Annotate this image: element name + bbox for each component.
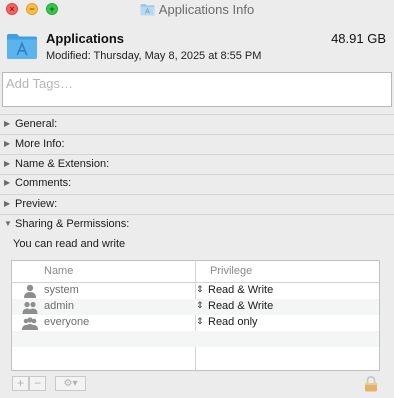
- disclosure-triangle-icon[interactable]: ▶: [4, 116, 15, 132]
- updown-arrows-icon: ⇕: [196, 316, 204, 326]
- file-name: Applications: [46, 31, 125, 46]
- remove-user-button[interactable]: −: [29, 376, 46, 391]
- table-row-empty: [12, 331, 379, 347]
- section-sharing-permissions[interactable]: ▼ Sharing & Permissions:: [4, 216, 129, 232]
- user-group-icon: [22, 301, 38, 314]
- section-preview[interactable]: ▶ Preview:: [4, 196, 57, 212]
- disclosure-triangle-icon[interactable]: ▶: [4, 136, 15, 152]
- column-header-name[interactable]: Name: [44, 265, 73, 277]
- privilege-popup[interactable]: Read only: [208, 316, 258, 328]
- action-menu-button[interactable]: ⚙▾: [55, 376, 86, 391]
- divider: [0, 154, 394, 155]
- tags-input[interactable]: [2, 72, 392, 107]
- folder-icon: [140, 4, 155, 16]
- table-row[interactable]: system ⇕ Read & Write: [12, 283, 379, 299]
- add-user-button[interactable]: +: [12, 376, 29, 391]
- disclosure-triangle-icon[interactable]: ▶: [4, 156, 15, 172]
- file-size: 48.91 GB: [331, 31, 386, 46]
- divider: [0, 114, 394, 115]
- divider: [0, 194, 394, 195]
- permission-summary: You can read and write: [13, 238, 126, 250]
- table-row-empty: [12, 347, 379, 363]
- info-window: × − + Applications Info Applications Mod…: [0, 0, 394, 398]
- section-more-info[interactable]: ▶ More Info:: [4, 136, 65, 152]
- single-user-icon: [24, 284, 36, 298]
- everyone-group-icon: [22, 317, 38, 330]
- table-row[interactable]: everyone ⇕ Read only: [12, 315, 379, 331]
- section-name-extension[interactable]: ▶ Name & Extension:: [4, 156, 109, 172]
- window-title: Applications Info: [158, 2, 255, 17]
- section-general[interactable]: ▶ General:: [4, 116, 57, 132]
- disclosure-triangle-icon[interactable]: ▶: [4, 175, 15, 191]
- disclosure-triangle-icon[interactable]: ▶: [4, 196, 15, 212]
- section-comments[interactable]: ▶ Comments:: [4, 175, 71, 191]
- updown-arrows-icon: ⇕: [196, 284, 204, 294]
- column-header-privilege[interactable]: Privilege: [210, 265, 252, 277]
- disclosure-triangle-expanded-icon[interactable]: ▼: [4, 216, 15, 232]
- table-row[interactable]: admin ⇕ Read & Write: [12, 299, 379, 315]
- divider: [0, 214, 394, 215]
- lock-icon[interactable]: [364, 376, 378, 392]
- modified-date: Modified: Thursday, May 8, 2025 at 8:55 …: [46, 50, 262, 62]
- title-bar[interactable]: × − + Applications Info: [0, 0, 394, 21]
- permissions-table[interactable]: Name Privilege system ⇕ Read & Write adm…: [11, 260, 380, 371]
- applications-folder-icon: [7, 34, 37, 59]
- privilege-popup[interactable]: Read & Write: [208, 284, 273, 296]
- updown-arrows-icon: ⇕: [196, 300, 204, 310]
- privilege-popup[interactable]: Read & Write: [208, 300, 273, 312]
- divider: [0, 134, 394, 135]
- window-title-group: Applications Info: [0, 2, 394, 17]
